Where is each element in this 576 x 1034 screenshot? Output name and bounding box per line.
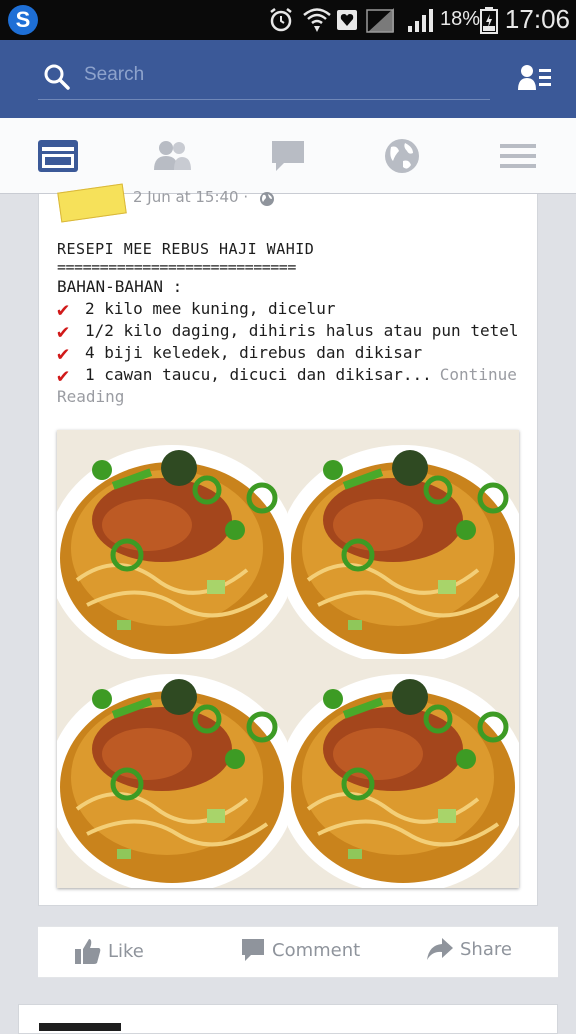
friends-list-icon[interactable] bbox=[518, 64, 552, 92]
post-actions: Like Comment Share bbox=[38, 926, 558, 978]
public-audience-icon bbox=[260, 192, 274, 206]
like-label: Like bbox=[108, 940, 144, 962]
chat-bubble-icon bbox=[272, 141, 304, 171]
comment-label: Comment bbox=[272, 939, 361, 961]
dish-image bbox=[57, 659, 288, 888]
like-button[interactable]: Like bbox=[74, 937, 144, 965]
alarm-icon bbox=[270, 8, 292, 32]
share-arrow-icon bbox=[427, 938, 453, 960]
title-separator: ============================ bbox=[57, 258, 296, 276]
app-notification-icon: S bbox=[8, 5, 38, 35]
thumbs-up-icon bbox=[75, 939, 101, 964]
check-mark-icon: ✔ bbox=[57, 364, 70, 386]
tab-notifications[interactable] bbox=[380, 136, 424, 176]
dish-image bbox=[57, 430, 288, 659]
share-button[interactable]: Share bbox=[426, 937, 512, 961]
recipe-title: RESEPI MEE REBUS HAJI WAHID bbox=[57, 240, 315, 258]
status-bar: S 18% 17:06 bbox=[0, 0, 576, 40]
section-label: BAHAN-BAHAN : bbox=[57, 277, 183, 296]
comment-button[interactable]: Comment bbox=[240, 937, 360, 963]
clock: 17:06 bbox=[504, 4, 570, 34]
post-photo[interactable] bbox=[57, 430, 519, 888]
friends-icon bbox=[154, 141, 191, 170]
comment-icon bbox=[242, 939, 264, 961]
wifi-icon bbox=[303, 8, 331, 32]
tab-news-feed[interactable] bbox=[36, 136, 80, 176]
check-mark-icon: ✔ bbox=[57, 298, 70, 320]
share-label: Share bbox=[460, 938, 512, 960]
continue-reading-link-2[interactable]: Reading bbox=[57, 386, 527, 408]
heart-notification-icon bbox=[337, 10, 357, 30]
next-post-avatar bbox=[39, 1023, 121, 1031]
tab-messages[interactable] bbox=[266, 136, 310, 176]
mee-rebus-image bbox=[57, 430, 288, 659]
tab-friend-requests[interactable] bbox=[150, 136, 194, 176]
mee-rebus-image bbox=[288, 659, 519, 888]
cell-signal-icon bbox=[408, 9, 433, 32]
search-icon[interactable] bbox=[44, 64, 70, 90]
signal-icon bbox=[366, 8, 394, 33]
post-text: RESEPI MEE REBUS HAJI WAHID ============… bbox=[57, 240, 527, 408]
ingredient-item: ✔ 4 biji keledek, direbus dan dikisar bbox=[57, 342, 527, 364]
ingredient-item: ✔ 2 kilo mee kuning, dicelur bbox=[57, 298, 527, 320]
ingredient-text: 1 cawan taucu, dicuci dan dikisar... bbox=[85, 365, 432, 384]
ingredient-item: ✔ 1 cawan taucu, dicuci dan dikisar... C… bbox=[57, 364, 527, 386]
check-mark-icon: ✔ bbox=[57, 320, 70, 342]
globe-icon bbox=[385, 139, 419, 173]
continue-reading-link[interactable]: Continue bbox=[440, 364, 517, 386]
tab-more[interactable] bbox=[496, 136, 540, 176]
ingredient-text: 2 kilo mee kuning, dicelur bbox=[85, 299, 336, 318]
search-bar[interactable] bbox=[38, 54, 490, 100]
battery-percent: 18% bbox=[440, 8, 481, 30]
check-mark-icon: ✔ bbox=[57, 342, 70, 364]
ingredient-text: 1/2 kilo daging, dihiris halus atau pun … bbox=[85, 321, 519, 340]
news-feed-icon bbox=[38, 140, 78, 172]
mee-rebus-image bbox=[57, 659, 288, 888]
tab-bar bbox=[0, 118, 576, 194]
dish-image bbox=[288, 659, 519, 888]
next-feed-post bbox=[18, 1004, 558, 1034]
search-input[interactable] bbox=[84, 60, 464, 90]
ingredient-item: ✔ 1/2 kilo daging, dihiris halus atau pu… bbox=[57, 320, 527, 342]
menu-icon bbox=[500, 144, 536, 168]
app-header bbox=[0, 40, 576, 118]
ingredient-text: 4 biji keledek, direbus dan dikisar bbox=[85, 343, 423, 362]
dish-image bbox=[288, 430, 519, 659]
mee-rebus-image bbox=[288, 430, 519, 659]
battery-icon bbox=[480, 7, 498, 34]
feed-post: 2 Jun at 15:40 · RESEPI MEE REBUS HAJI W… bbox=[38, 183, 538, 906]
post-timestamp[interactable]: 2 Jun at 15:40 · bbox=[133, 188, 248, 206]
